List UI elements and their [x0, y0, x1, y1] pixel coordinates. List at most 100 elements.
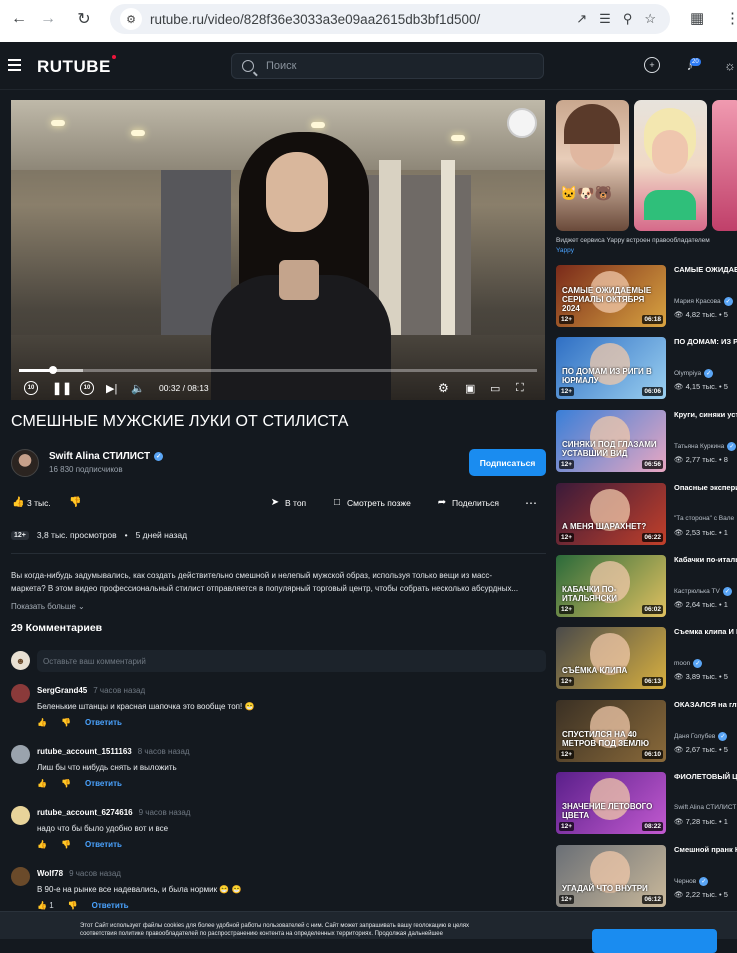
- subscribe-button[interactable]: Подписаться: [469, 449, 546, 476]
- comment-dislike-button[interactable]: 👎: [61, 779, 71, 788]
- video-thumbnail[interactable]: ПО ДОМАМ ИЗ РИГИ В ЮРМАЛУ 12+ 06:06: [556, 337, 666, 399]
- browser-menu-icon[interactable]: ⋮: [725, 9, 737, 27]
- recommended-video[interactable]: САМЫЕ ОЖИДАЕМЫЕ СЕРИАЛЫ ОКТЯБРЯ 2024 12+ 0…: [556, 265, 737, 327]
- recommended-channel[interactable]: Мария Красова ✓: [674, 297, 737, 306]
- recommended-title[interactable]: Съемка клипа И Идея в Hoff.: [674, 627, 737, 637]
- watch-later-button[interactable]: □ Смотреть позже: [332, 496, 411, 510]
- comment-dislike-button[interactable]: 👎: [61, 718, 71, 727]
- yappy-widget[interactable]: 🐱🐶🐻: [556, 100, 737, 231]
- settings-gear-icon[interactable]: ⚙: [438, 380, 449, 396]
- commenter-avatar[interactable]: [11, 867, 30, 886]
- commenter-avatar[interactable]: [11, 684, 30, 703]
- recommended-video[interactable]: КАБАЧКИ ПО-ИТАЛЬЯНСКИ 12+ 06:02 Кабачки по-…: [556, 555, 737, 617]
- comment-like-button[interactable]: 👍: [37, 840, 47, 849]
- forward-10-button[interactable]: 10: [80, 380, 94, 396]
- search-input[interactable]: [266, 60, 408, 72]
- video-thumbnail[interactable]: УГАДАЙ ЧТО ВНУТРИ 12+ 06:12: [556, 845, 666, 907]
- pause-button[interactable]: ❚❚: [52, 380, 72, 396]
- mute-icon[interactable]: 🔈: [131, 380, 145, 396]
- recommended-video[interactable]: СИНЯКИ ПОД ГЛАЗАМИ УСТАВШИЙ ВИД 12+ 06:56 К…: [556, 410, 737, 472]
- reload-icon[interactable]: ↻: [70, 9, 98, 29]
- recommended-channel[interactable]: Даня Голубев ✓: [674, 732, 737, 741]
- comment-author[interactable]: rutube_account_6274616 9 часов назад: [37, 808, 190, 817]
- recommended-title[interactable]: ПО ДОМАМ: ИЗ РИГИ В ЮРМАЛ: [674, 337, 737, 347]
- reply-button[interactable]: Ответить: [85, 718, 122, 727]
- more-options-icon[interactable]: ⋯: [525, 496, 537, 510]
- fullscreen-icon[interactable]: ⛶: [516, 380, 524, 396]
- recommended-channel[interactable]: Татьяна Куркина ✓: [674, 442, 737, 451]
- channel-name[interactable]: Swift Alina СТИЛИСТ ✓: [49, 451, 164, 462]
- yappy-card[interactable]: 🐱🐶🐻: [556, 100, 629, 231]
- yappy-link[interactable]: Yappy: [556, 247, 574, 254]
- recommended-title[interactable]: Кабачки по-итальянски...: [674, 555, 737, 565]
- video-thumbnail[interactable]: КАБАЧКИ ПО-ИТАЛЬЯНСКИ 12+ 06:02: [556, 555, 666, 617]
- progress-knob[interactable]: [48, 366, 57, 374]
- menu-icon[interactable]: [8, 59, 21, 74]
- recommended-channel[interactable]: Swift Alina СТИЛИСТ: [674, 804, 737, 811]
- share-button[interactable]: ➦ Поделиться: [437, 496, 499, 510]
- recommended-channel[interactable]: "Та сторона" с Вале: [674, 515, 737, 522]
- commenter-avatar[interactable]: [11, 806, 30, 825]
- search-icon[interactable]: [242, 60, 254, 72]
- open-external-icon[interactable]: ↗: [576, 11, 587, 27]
- comment-like-button[interactable]: 👍: [37, 718, 47, 727]
- comment-author[interactable]: Wolf78 9 часов назад: [37, 869, 121, 878]
- rutube-logo[interactable]: RUTUBE: [37, 55, 116, 77]
- recommended-title[interactable]: ФИОЛЕТОВЫЙ Ц секреты моды и: [674, 772, 737, 782]
- reply-button[interactable]: Ответить: [85, 779, 122, 788]
- comment-author[interactable]: SergGrand45 7 часов назад: [37, 686, 145, 695]
- translate-icon[interactable]: ☰: [599, 11, 611, 27]
- video-thumbnail[interactable]: СИНЯКИ ПОД ГЛАЗАМИ УСТАВШИЙ ВИД 12+ 06:56: [556, 410, 666, 472]
- address-bar[interactable]: ⚙ rutube.ru/video/828f36e3033a3e09aa2615…: [110, 4, 670, 34]
- video-thumbnail[interactable]: СЪЁМКА КЛИПА 12+ 06:13: [556, 627, 666, 689]
- video-thumbnail[interactable]: СПУСТИЛСЯ НА 40 МЕТРОВ ПОД ЗЕМЛЮ 12+ 06:10: [556, 700, 666, 762]
- recommended-title[interactable]: САМЫЕ ОЖИДАЕМЫЕ...: [674, 265, 737, 275]
- yappy-card[interactable]: [634, 100, 707, 231]
- comment-like-button[interactable]: 👍: [37, 779, 47, 788]
- extensions-icon[interactable]: ▦: [690, 9, 704, 27]
- back-arrow-icon[interactable]: ←: [5, 10, 33, 28]
- cookie-accept-button[interactable]: [592, 929, 717, 953]
- recommended-video[interactable]: СПУСТИЛСЯ НА 40 МЕТРОВ ПОД ЗЕМЛЮ 12+ 06:10…: [556, 700, 737, 762]
- bookmark-star-icon[interactable]: ☆: [644, 11, 656, 27]
- url-text[interactable]: rutube.ru/video/828f36e3033a3e09aa2615db…: [150, 12, 576, 27]
- comment-author[interactable]: rutube_account_1511163 8 часов назад: [37, 747, 190, 756]
- recommended-video[interactable]: ЗНАЧЕНИЕ ЛЕТОВОГО ЦВЕТА 12+ 08:22 ФИОЛЕТОВЫ…: [556, 772, 737, 834]
- upload-icon[interactable]: +: [644, 57, 660, 73]
- theme-icon[interactable]: ☼: [722, 57, 737, 73]
- recommended-title[interactable]: ОКАЗАЛСЯ на глубине 40 МЕТ: [674, 700, 737, 710]
- recommended-video[interactable]: А МЕНЯ ШАРАХНЕТ? 12+ 06:22 Опасные эксперим…: [556, 483, 737, 545]
- progress-bar[interactable]: [19, 366, 537, 374]
- theater-mode-icon[interactable]: ▭: [490, 380, 500, 396]
- to-top-button[interactable]: ➤ В топ: [270, 496, 306, 510]
- recommended-channel[interactable]: Olympiya ✓: [674, 369, 737, 378]
- site-settings-icon[interactable]: ⚙: [120, 8, 142, 30]
- reply-button[interactable]: Ответить: [85, 840, 122, 849]
- show-more-link[interactable]: Показать больше ⌄: [11, 602, 85, 611]
- channel-avatar[interactable]: [11, 449, 39, 477]
- pip-icon[interactable]: ▣: [465, 380, 475, 396]
- comment-input[interactable]: [37, 650, 546, 672]
- zoom-icon[interactable]: ⚲: [623, 11, 633, 27]
- recommended-channel[interactable]: Чернов ✓: [674, 877, 737, 886]
- search-box[interactable]: [231, 53, 544, 79]
- comment-dislike-button[interactable]: 👎: [61, 840, 71, 849]
- recommended-title[interactable]: Смешной пранк Неловкие ситуа: [674, 845, 737, 855]
- like-button[interactable]: 👍 3 тыс.: [12, 496, 51, 510]
- recommended-channel[interactable]: Кастрюлька TV ✓: [674, 587, 737, 596]
- rewind-10-button[interactable]: 10: [24, 380, 38, 396]
- video-player[interactable]: [11, 100, 545, 400]
- recommended-title[interactable]: Опасные эксперименты: [674, 483, 737, 493]
- next-button[interactable]: ▶|: [106, 380, 117, 396]
- commenter-avatar[interactable]: [11, 745, 30, 764]
- video-thumbnail[interactable]: САМЫЕ ОЖИДАЕМЫЕ СЕРИАЛЫ ОКТЯБРЯ 2024 12+ 0…: [556, 265, 666, 327]
- video-thumbnail[interactable]: А МЕНЯ ШАРАХНЕТ? 12+ 06:22: [556, 483, 666, 545]
- recommended-video[interactable]: СЪЁМКА КЛИПА 12+ 06:13 Съемка клипа И Идея …: [556, 627, 737, 689]
- reply-button[interactable]: Ответить: [92, 901, 129, 910]
- comment-dislike-button[interactable]: 👎: [68, 901, 78, 910]
- video-thumbnail[interactable]: ЗНАЧЕНИЕ ЛЕТОВОГО ЦВЕТА 12+ 08:22: [556, 772, 666, 834]
- recommended-channel[interactable]: moon ✓: [674, 659, 737, 668]
- recommended-video[interactable]: ПО ДОМАМ ИЗ РИГИ В ЮРМАЛУ 12+ 06:06 ПО ДОМА…: [556, 337, 737, 399]
- comment-like-button[interactable]: 👍 1: [37, 901, 54, 910]
- yappy-card[interactable]: [712, 100, 737, 231]
